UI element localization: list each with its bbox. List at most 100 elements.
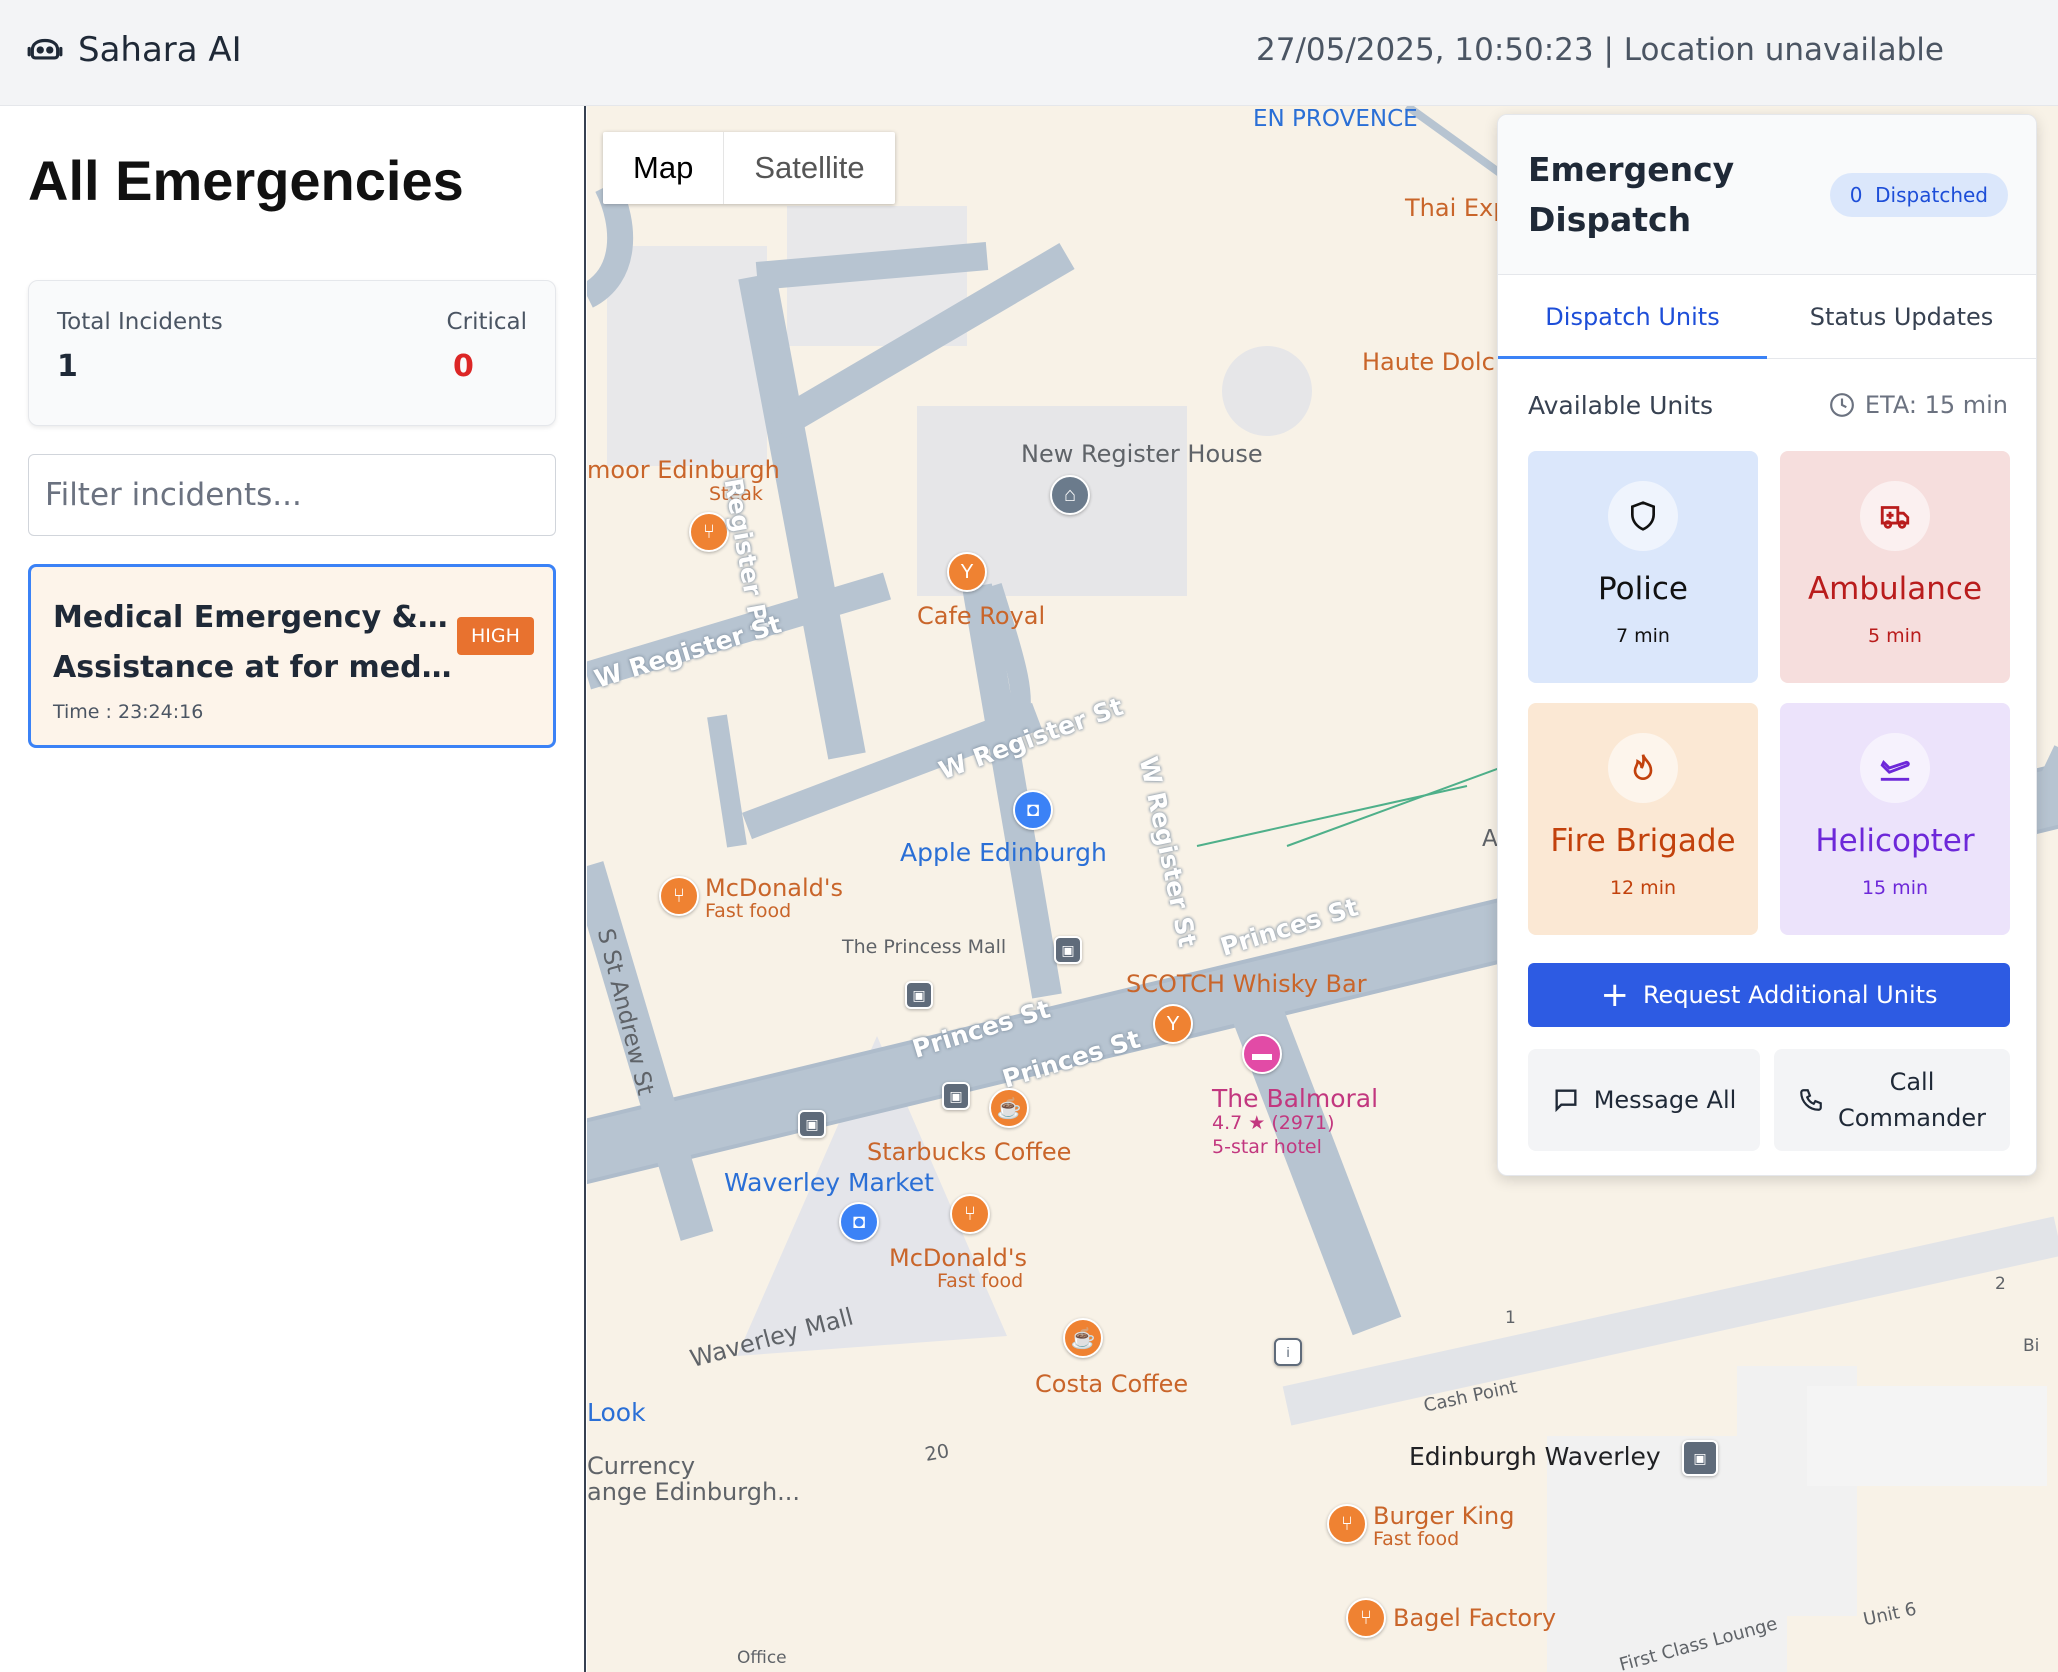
tab-status-updates[interactable]: Status Updates bbox=[1767, 275, 2036, 359]
incident-title-line2: Assistance at for medical... bbox=[53, 650, 453, 685]
map-label-20: 20 bbox=[923, 1440, 951, 1466]
sidebar: All Emergencies Total Incidents 1 Critic… bbox=[0, 106, 586, 1672]
bus-stop-icon[interactable]: ▣ bbox=[942, 1082, 970, 1110]
map-label-bagel-factory: Bagel Factory bbox=[1393, 1604, 1557, 1632]
plus-icon: + bbox=[1600, 975, 1629, 1015]
map-label-bi: Bi bbox=[2023, 1336, 2040, 1356]
incident-title: Medical Emergency & Food Assistance at f… bbox=[53, 593, 453, 693]
bus-stop-icon[interactable]: ▣ bbox=[905, 981, 933, 1009]
unit-name: Fire Brigade bbox=[1550, 823, 1736, 859]
bar-pin-icon[interactable]: Y bbox=[1153, 1004, 1193, 1044]
map-label-office: Office bbox=[737, 1648, 787, 1668]
dispatched-badge: 0 Dispatched bbox=[1829, 173, 2008, 217]
clock-icon bbox=[1829, 393, 1854, 417]
restaurant-pin-icon[interactable]: ⑂ bbox=[1346, 1598, 1386, 1638]
hotel-pin-icon[interactable]: ▬ bbox=[1242, 1034, 1282, 1074]
eta: ETA: 15 min bbox=[1829, 391, 2008, 419]
call-commander-button[interactable]: Call Commander bbox=[1774, 1049, 2010, 1151]
satellite-view-button[interactable]: Satellite bbox=[723, 132, 894, 204]
cafe-pin-icon[interactable]: ☕ bbox=[989, 1088, 1029, 1128]
map-label-fast-food-2: Fast food bbox=[937, 1270, 1024, 1292]
page-title: All Emergencies bbox=[28, 149, 464, 212]
map-label-1: 1 bbox=[1505, 1308, 1516, 1328]
available-units-label: Available Units bbox=[1528, 391, 1714, 420]
unit-police[interactable]: Police 7 min bbox=[1528, 451, 1758, 683]
unit-time: 5 min bbox=[1868, 625, 1922, 647]
map-label-the-balmoral: The Balmoral bbox=[1212, 1084, 1379, 1113]
map-label-balmoral-type: 5-star hotel bbox=[1212, 1136, 1322, 1158]
map-label-balmoral-rating: 4.7 ★ (2971) bbox=[1212, 1112, 1335, 1134]
unit-name: Ambulance bbox=[1807, 571, 1983, 607]
map-label-costa-coffee: Costa Coffee bbox=[1035, 1370, 1189, 1398]
datetime-location: 27/05/2025, 10:50:23 | Location unavaila… bbox=[1256, 32, 1944, 68]
filter-incidents-input[interactable] bbox=[28, 454, 556, 536]
tab-dispatch-units[interactable]: Dispatch Units bbox=[1498, 275, 1767, 359]
bus-stop-icon[interactable]: ▣ bbox=[1054, 936, 1082, 964]
request-additional-units-button[interactable]: + Request Additional Units bbox=[1528, 963, 2010, 1027]
stats-card: Total Incidents 1 Critical 0 bbox=[28, 280, 556, 426]
map-label-look: Look bbox=[587, 1398, 646, 1427]
map-label-fast-food-3: Fast food bbox=[1373, 1528, 1460, 1550]
map-label-new-register-house: New Register House bbox=[1021, 440, 1263, 468]
unit-name: Police bbox=[1598, 571, 1688, 607]
bot-icon bbox=[27, 38, 63, 60]
map-label-haute-dolci: Haute Dolci bbox=[1362, 348, 1502, 376]
restaurant-pin-icon[interactable]: ⑂ bbox=[689, 512, 729, 552]
severity-badge: HIGH bbox=[457, 617, 534, 655]
message-all-button[interactable]: Message All bbox=[1528, 1049, 1760, 1151]
unit-time: 7 min bbox=[1616, 625, 1670, 647]
map-label-thai: Thai Exp bbox=[1405, 194, 1509, 222]
museum-pin-icon[interactable]: ⌂ bbox=[1050, 475, 1090, 515]
incident-time: Time : 23:24:16 bbox=[53, 701, 204, 723]
info-icon[interactable]: i bbox=[1274, 1338, 1302, 1366]
map-label-fast-food-1: Fast food bbox=[705, 900, 792, 922]
unit-name: Helicopter bbox=[1815, 823, 1975, 859]
message-icon bbox=[1555, 1089, 1577, 1113]
bar-pin-icon[interactable]: Y bbox=[947, 552, 987, 592]
bus-stop-icon[interactable]: ▣ bbox=[798, 1110, 826, 1138]
map-label-burger-king: Burger King bbox=[1373, 1502, 1515, 1530]
shopping-pin-icon[interactable]: ◘ bbox=[1013, 790, 1053, 830]
flame-icon bbox=[1608, 733, 1678, 803]
map-view-button[interactable]: Map bbox=[603, 132, 723, 204]
map-label-moor: moor Edinburgh bbox=[587, 456, 780, 484]
message-all-label: Message All bbox=[1593, 1086, 1737, 1114]
dispatch-header: Emergency Dispatch 0 Dispatched bbox=[1498, 115, 2036, 275]
critical-value: 0 bbox=[453, 349, 474, 384]
map-label-apple-edinburgh: Apple Edinburgh bbox=[900, 838, 1107, 867]
top-bar: Sahara AI 27/05/2025, 10:50:23 | Locatio… bbox=[0, 0, 2058, 106]
restaurant-pin-icon[interactable]: ⑂ bbox=[950, 1194, 990, 1234]
train-station-icon[interactable]: ▣ bbox=[1682, 1440, 1718, 1476]
restaurant-pin-icon[interactable]: ⑂ bbox=[659, 876, 699, 916]
brand-name: Sahara AI bbox=[78, 30, 242, 70]
map-label-scotch-whisky-bar: SCOTCH Whisky Bar bbox=[1126, 970, 1367, 998]
unit-ambulance[interactable]: Ambulance 5 min bbox=[1780, 451, 2010, 683]
phone-icon bbox=[1800, 1089, 1822, 1111]
ambulance-icon bbox=[1860, 481, 1930, 551]
map-label-currency-2: ange Edinburgh... bbox=[587, 1478, 801, 1506]
map-label-cafe-royal: Cafe Royal bbox=[917, 602, 1046, 630]
unit-helicopter[interactable]: Helicopter 15 min bbox=[1780, 703, 2010, 935]
dispatched-label: Dispatched bbox=[1875, 183, 1988, 207]
unit-fire-brigade[interactable]: Fire Brigade 12 min bbox=[1528, 703, 1758, 935]
map-label-princess-mall: The Princess Mall bbox=[842, 936, 1007, 958]
shopping-pin-icon[interactable]: ◘ bbox=[839, 1202, 879, 1242]
map-label-2: 2 bbox=[1995, 1274, 2006, 1294]
restaurant-pin-icon[interactable]: ⑂ bbox=[1327, 1504, 1367, 1544]
call-commander-line1: Call bbox=[1889, 1068, 1935, 1096]
cafe-pin-icon[interactable]: ☕ bbox=[1063, 1318, 1103, 1358]
eta-text: ETA: 15 min bbox=[1864, 391, 2008, 419]
critical-label: Critical bbox=[446, 309, 527, 335]
incident-card[interactable]: Medical Emergency & Food Assistance at f… bbox=[28, 564, 556, 748]
map[interactable]: Map Satellite EN PROVENCE Thai Exp Haute… bbox=[587, 106, 2058, 1672]
call-commander-line2: Commander bbox=[1838, 1104, 1986, 1132]
brand: Sahara AI bbox=[26, 30, 242, 70]
map-label-en-provence: EN PROVENCE bbox=[1253, 106, 1418, 132]
plane-icon bbox=[1860, 733, 1930, 803]
map-label-waverley-market: Waverley Market bbox=[724, 1168, 934, 1197]
map-label-a-road: A bbox=[1482, 826, 1498, 852]
total-incidents-value: 1 bbox=[57, 349, 78, 384]
total-incidents-label: Total Incidents bbox=[57, 309, 223, 335]
unit-time: 12 min bbox=[1609, 877, 1677, 899]
dispatch-title: Emergency Dispatch bbox=[1528, 150, 1735, 239]
